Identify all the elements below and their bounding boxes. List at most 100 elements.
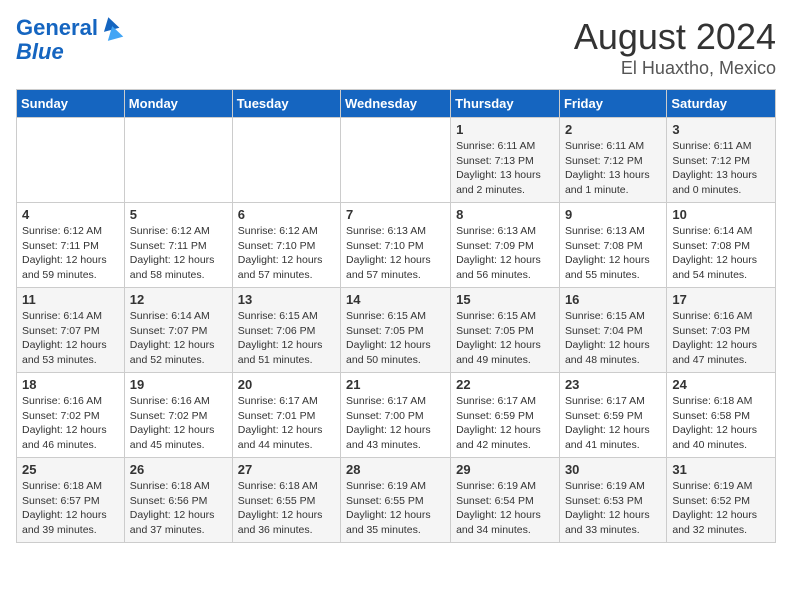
day-detail: Sunrise: 6:17 AM Sunset: 6:59 PM Dayligh… bbox=[456, 394, 554, 453]
cell-w3-d1: 11 Sunrise: 6:14 AM Sunset: 7:07 PM Dayli… bbox=[17, 288, 125, 373]
day-detail: Sunrise: 6:15 AM Sunset: 7:04 PM Dayligh… bbox=[565, 309, 661, 368]
day-number: 7 bbox=[346, 207, 445, 222]
day-detail: Sunrise: 6:19 AM Sunset: 6:53 PM Dayligh… bbox=[565, 479, 661, 538]
logo-text: General bbox=[16, 16, 98, 40]
day-number: 26 bbox=[130, 462, 227, 477]
cell-w2-d4: 7 Sunrise: 6:13 AM Sunset: 7:10 PM Daylig… bbox=[341, 203, 451, 288]
header-wednesday: Wednesday bbox=[341, 90, 451, 118]
cell-w1-d3 bbox=[232, 118, 340, 203]
header-saturday: Saturday bbox=[667, 90, 776, 118]
cell-w4-d2: 19Sunrise: 6:16 AM Sunset: 7:02 PM Dayli… bbox=[124, 373, 232, 458]
day-detail: Sunrise: 6:15 AM Sunset: 7:05 PM Dayligh… bbox=[456, 309, 554, 368]
day-number: 1 bbox=[456, 122, 554, 137]
cell-w5-d4: 28Sunrise: 6:19 AM Sunset: 6:55 PM Dayli… bbox=[341, 458, 451, 543]
cell-w4-d3: 20 Sunrise: 6:17 AM Sunset: 7:01 PM Dayli… bbox=[232, 373, 340, 458]
cell-w5-d6: 30 Sunrise: 6:19 AM Sunset: 6:53 PM Dayli… bbox=[559, 458, 666, 543]
day-number: 8 bbox=[456, 207, 554, 222]
day-number: 30 bbox=[565, 462, 661, 477]
cell-w2-d1: 4 Sunrise: 6:12 AM Sunset: 7:11 PM Daylig… bbox=[17, 203, 125, 288]
day-number: 24 bbox=[672, 377, 770, 392]
day-number: 19 bbox=[130, 377, 227, 392]
day-number: 16 bbox=[565, 292, 661, 307]
calendar-header: SundayMondayTuesdayWednesdayThursdayFrid… bbox=[17, 90, 776, 118]
day-number: 5 bbox=[130, 207, 227, 222]
day-detail: Sunrise: 6:14 AM Sunset: 7:07 PM Dayligh… bbox=[22, 309, 119, 368]
day-number: 17 bbox=[672, 292, 770, 307]
header-friday: Friday bbox=[559, 90, 666, 118]
title-section: August 2024 El Huaxtho, Mexico bbox=[574, 16, 776, 79]
day-number: 28 bbox=[346, 462, 445, 477]
day-number: 15 bbox=[456, 292, 554, 307]
cell-w3-d3: 13 Sunrise: 6:15 AM Sunset: 7:06 PM Dayli… bbox=[232, 288, 340, 373]
day-detail: Sunrise: 6:15 AM Sunset: 7:05 PM Dayligh… bbox=[346, 309, 445, 368]
day-detail: Sunrise: 6:16 AM Sunset: 7:02 PM Dayligh… bbox=[22, 394, 119, 453]
day-number: 11 bbox=[22, 292, 119, 307]
day-number: 4 bbox=[22, 207, 119, 222]
day-number: 27 bbox=[238, 462, 335, 477]
day-detail: Sunrise: 6:12 AM Sunset: 7:11 PM Dayligh… bbox=[22, 224, 119, 283]
day-detail: Sunrise: 6:17 AM Sunset: 7:01 PM Dayligh… bbox=[238, 394, 335, 453]
day-number: 22 bbox=[456, 377, 554, 392]
cell-w4-d6: 23 Sunrise: 6:17 AM Sunset: 6:59 PM Dayli… bbox=[559, 373, 666, 458]
header-monday: Monday bbox=[124, 90, 232, 118]
week-row-3: 11 Sunrise: 6:14 AM Sunset: 7:07 PM Dayli… bbox=[17, 288, 776, 373]
cell-w5-d2: 26 Sunrise: 6:18 AM Sunset: 6:56 PM Dayli… bbox=[124, 458, 232, 543]
day-number: 14 bbox=[346, 292, 445, 307]
logo: General Blue bbox=[16, 16, 118, 64]
cell-w1-d4 bbox=[341, 118, 451, 203]
day-number: 13 bbox=[238, 292, 335, 307]
day-number: 10 bbox=[672, 207, 770, 222]
cell-w5-d5: 29 Sunrise: 6:19 AM Sunset: 6:54 PM Dayli… bbox=[451, 458, 560, 543]
cell-w5-d3: 27 Sunrise: 6:18 AM Sunset: 6:55 PM Dayli… bbox=[232, 458, 340, 543]
calendar-table: SundayMondayTuesdayWednesdayThursdayFrid… bbox=[16, 89, 776, 543]
day-detail: Sunrise: 6:17 AM Sunset: 6:59 PM Dayligh… bbox=[565, 394, 661, 453]
cell-w4-d1: 18Sunrise: 6:16 AM Sunset: 7:02 PM Dayli… bbox=[17, 373, 125, 458]
cell-w4-d7: 24Sunrise: 6:18 AM Sunset: 6:58 PM Dayli… bbox=[667, 373, 776, 458]
cell-w3-d6: 16 Sunrise: 6:15 AM Sunset: 7:04 PM Dayli… bbox=[559, 288, 666, 373]
day-number: 23 bbox=[565, 377, 661, 392]
day-detail: Sunrise: 6:13 AM Sunset: 7:09 PM Dayligh… bbox=[456, 224, 554, 283]
day-number: 12 bbox=[130, 292, 227, 307]
cell-w2-d7: 10Sunrise: 6:14 AM Sunset: 7:08 PM Dayli… bbox=[667, 203, 776, 288]
day-detail: Sunrise: 6:18 AM Sunset: 6:56 PM Dayligh… bbox=[130, 479, 227, 538]
day-detail: Sunrise: 6:19 AM Sunset: 6:54 PM Dayligh… bbox=[456, 479, 554, 538]
day-detail: Sunrise: 6:12 AM Sunset: 7:11 PM Dayligh… bbox=[130, 224, 227, 283]
day-number: 29 bbox=[456, 462, 554, 477]
cell-w2-d6: 9Sunrise: 6:13 AM Sunset: 7:08 PM Daylig… bbox=[559, 203, 666, 288]
day-detail: Sunrise: 6:18 AM Sunset: 6:55 PM Dayligh… bbox=[238, 479, 335, 538]
day-number: 6 bbox=[238, 207, 335, 222]
day-number: 21 bbox=[346, 377, 445, 392]
cell-w3-d4: 14 Sunrise: 6:15 AM Sunset: 7:05 PM Dayli… bbox=[341, 288, 451, 373]
header-tuesday: Tuesday bbox=[232, 90, 340, 118]
header-thursday: Thursday bbox=[451, 90, 560, 118]
day-detail: Sunrise: 6:11 AM Sunset: 7:12 PM Dayligh… bbox=[672, 139, 770, 198]
header-row: SundayMondayTuesdayWednesdayThursdayFrid… bbox=[17, 90, 776, 118]
day-number: 20 bbox=[238, 377, 335, 392]
week-row-4: 18Sunrise: 6:16 AM Sunset: 7:02 PM Dayli… bbox=[17, 373, 776, 458]
day-detail: Sunrise: 6:17 AM Sunset: 7:00 PM Dayligh… bbox=[346, 394, 445, 453]
day-number: 3 bbox=[672, 122, 770, 137]
week-row-1: 1 Sunrise: 6:11 AM Sunset: 7:13 PM Daylig… bbox=[17, 118, 776, 203]
cell-w3-d2: 12Sunrise: 6:14 AM Sunset: 7:07 PM Dayli… bbox=[124, 288, 232, 373]
cell-w1-d2 bbox=[124, 118, 232, 203]
day-detail: Sunrise: 6:11 AM Sunset: 7:12 PM Dayligh… bbox=[565, 139, 661, 198]
cell-w2-d3: 6 Sunrise: 6:12 AM Sunset: 7:10 PM Daylig… bbox=[232, 203, 340, 288]
day-number: 31 bbox=[672, 462, 770, 477]
calendar-body: 1 Sunrise: 6:11 AM Sunset: 7:13 PM Daylig… bbox=[17, 118, 776, 543]
cell-w2-d5: 8 Sunrise: 6:13 AM Sunset: 7:09 PM Daylig… bbox=[451, 203, 560, 288]
cell-w1-d1 bbox=[17, 118, 125, 203]
day-detail: Sunrise: 6:13 AM Sunset: 7:10 PM Dayligh… bbox=[346, 224, 445, 283]
cell-w3-d7: 17Sunrise: 6:16 AM Sunset: 7:03 PM Dayli… bbox=[667, 288, 776, 373]
day-detail: Sunrise: 6:18 AM Sunset: 6:57 PM Dayligh… bbox=[22, 479, 119, 538]
cell-w4-d5: 22 Sunrise: 6:17 AM Sunset: 6:59 PM Dayli… bbox=[451, 373, 560, 458]
logo-blue: Blue bbox=[16, 40, 64, 64]
day-detail: Sunrise: 6:15 AM Sunset: 7:06 PM Dayligh… bbox=[238, 309, 335, 368]
day-detail: Sunrise: 6:12 AM Sunset: 7:10 PM Dayligh… bbox=[238, 224, 335, 283]
cell-w1-d7: 3 Sunrise: 6:11 AM Sunset: 7:12 PM Daylig… bbox=[667, 118, 776, 203]
cell-w1-d6: 2Sunrise: 6:11 AM Sunset: 7:12 PM Daylig… bbox=[559, 118, 666, 203]
day-detail: Sunrise: 6:11 AM Sunset: 7:13 PM Dayligh… bbox=[456, 139, 554, 198]
day-number: 9 bbox=[565, 207, 661, 222]
location-title: El Huaxtho, Mexico bbox=[574, 58, 776, 79]
cell-w2-d2: 5 Sunrise: 6:12 AM Sunset: 7:11 PM Daylig… bbox=[124, 203, 232, 288]
cell-w1-d5: 1 Sunrise: 6:11 AM Sunset: 7:13 PM Daylig… bbox=[451, 118, 560, 203]
